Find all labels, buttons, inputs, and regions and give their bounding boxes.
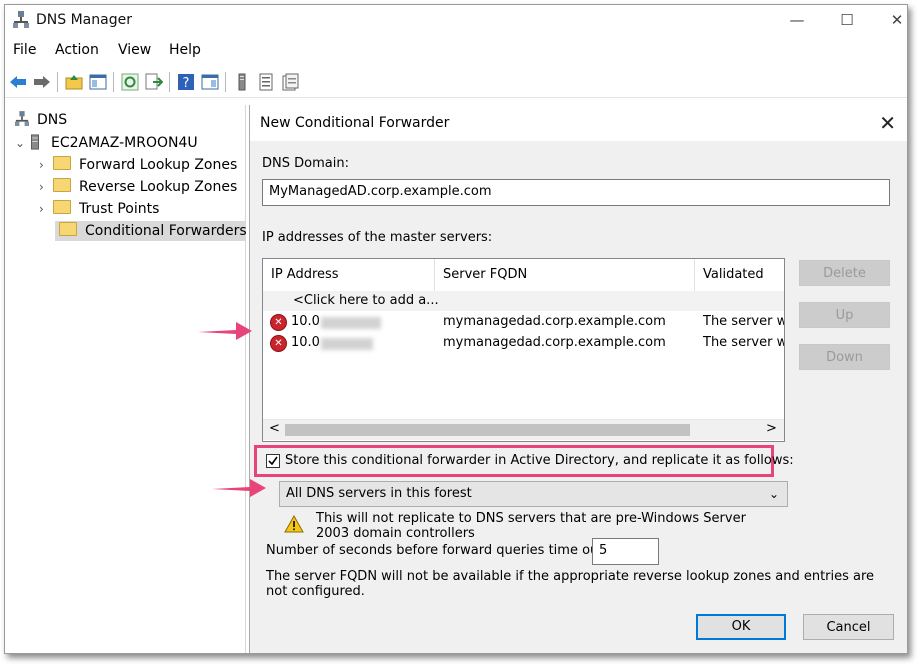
menu-view[interactable]: View bbox=[118, 39, 151, 61]
show-hide-tree-icon[interactable] bbox=[89, 73, 107, 91]
server-icon[interactable] bbox=[233, 73, 251, 91]
tree-item-label: Forward Lookup Zones bbox=[79, 157, 238, 173]
menu-file[interactable]: File bbox=[13, 39, 36, 61]
scroll-left-arrow[interactable]: < bbox=[269, 421, 280, 436]
dialog-title-bar: New Conditional Forwarder ✕ bbox=[250, 105, 907, 141]
folder-icon bbox=[53, 200, 71, 214]
toolbar-separator bbox=[113, 72, 114, 92]
menu-help[interactable]: Help bbox=[169, 39, 201, 61]
tree-item-forward-lookup-zones[interactable]: › Forward Lookup Zones bbox=[39, 155, 237, 175]
tree-item-server[interactable]: ⌄ EC2AMAZ-MROON4U bbox=[15, 133, 198, 153]
chevron-down-icon[interactable]: ⌄ bbox=[15, 133, 29, 153]
minimize-button[interactable]: — bbox=[777, 9, 817, 31]
add-ip-row[interactable]: <Click here to add a... bbox=[263, 291, 784, 311]
column-header-ip-address[interactable]: IP Address bbox=[263, 259, 435, 291]
cancel-button[interactable]: Cancel bbox=[803, 614, 894, 640]
tree-item-dns[interactable]: DNS bbox=[15, 110, 67, 130]
menu-bar: File Action View Help bbox=[5, 39, 907, 61]
row-validated: The server w bbox=[703, 335, 785, 350]
tree-item-label: Conditional Forwarders bbox=[85, 223, 247, 239]
timeout-label: Number of seconds before forward queries… bbox=[266, 543, 608, 558]
add-ip-placeholder[interactable]: <Click here to add a... bbox=[293, 291, 439, 311]
tree-item-conditional-forwarders[interactable]: Conditional Forwarders bbox=[55, 221, 247, 241]
column-header-validated[interactable]: Validated bbox=[695, 259, 784, 291]
redacted-ip-blur bbox=[321, 317, 381, 329]
dns-manager-window: DNS Manager — ☐ ✕ File Action View Help … bbox=[4, 4, 908, 654]
warning-icon bbox=[284, 515, 304, 533]
fqdn-note-text: The server FQDN will not be available if… bbox=[266, 569, 875, 599]
up-folder-icon[interactable] bbox=[65, 73, 83, 91]
folder-icon bbox=[53, 156, 71, 170]
chevron-down-icon: ⌄ bbox=[768, 487, 779, 501]
console-tree: DNS ⌄ EC2AMAZ-MROON4U › Forward Lookup Zon… bbox=[5, 105, 247, 653]
chevron-right-icon[interactable]: › bbox=[39, 199, 53, 219]
new-conditional-forwarder-dialog: New Conditional Forwarder ✕ DNS Domain: … bbox=[249, 105, 907, 653]
replication-scope-select[interactable]: All DNS servers in this forest ⌄ bbox=[279, 481, 788, 507]
tree-item-label: Trust Points bbox=[79, 201, 160, 217]
show-hide-action-pane-icon[interactable] bbox=[201, 73, 219, 91]
back-icon[interactable] bbox=[9, 73, 27, 91]
properties-icon[interactable] bbox=[281, 73, 299, 91]
folder-icon bbox=[53, 178, 71, 192]
dns-domain-input[interactable]: MyManagedAD.corp.example.com bbox=[262, 179, 890, 206]
server-icon bbox=[31, 134, 39, 150]
toolbar-separator bbox=[225, 72, 226, 92]
replication-warning-text: This will not replicate to DNS servers t… bbox=[316, 511, 746, 541]
tree-item-label: Reverse Lookup Zones bbox=[79, 179, 238, 195]
folder-icon bbox=[59, 222, 77, 236]
chevron-right-icon[interactable]: › bbox=[39, 155, 53, 175]
tree-item-reverse-lookup-zones[interactable]: › Reverse Lookup Zones bbox=[39, 177, 237, 197]
window-title: DNS Manager bbox=[36, 12, 132, 28]
row-ip: 10.0 bbox=[291, 335, 320, 350]
timeout-input[interactable]: 5 bbox=[592, 538, 659, 565]
export-list-icon[interactable] bbox=[145, 73, 163, 91]
error-icon: ✕ bbox=[270, 314, 287, 331]
chevron-right-icon[interactable]: › bbox=[39, 177, 53, 197]
up-button[interactable]: Up bbox=[799, 302, 890, 328]
close-window-button[interactable]: ✕ bbox=[877, 9, 907, 31]
down-button[interactable]: Down bbox=[799, 344, 890, 370]
redacted-ip-blur bbox=[321, 338, 373, 350]
store-in-ad-checkbox[interactable] bbox=[266, 454, 280, 468]
scrollbar-thumb[interactable] bbox=[285, 424, 690, 436]
help-icon[interactable]: ? bbox=[177, 73, 195, 91]
error-icon: ✕ bbox=[270, 335, 287, 352]
dns-domain-label: DNS Domain: bbox=[262, 156, 349, 171]
checkmark-icon bbox=[268, 456, 278, 466]
tree-item-label: EC2AMAZ-MROON4U bbox=[51, 135, 198, 151]
pointer-arrow-icon bbox=[198, 322, 252, 340]
toolbar: ? bbox=[5, 67, 907, 98]
ok-button[interactable]: OK bbox=[696, 614, 786, 640]
row-fqdn: mymanagedad.corp.example.com bbox=[443, 335, 666, 350]
svg-text:?: ? bbox=[183, 76, 190, 91]
zone-icon[interactable] bbox=[257, 73, 275, 91]
horizontal-scrollbar[interactable]: < > bbox=[263, 419, 784, 440]
ip-addresses-label: IP addresses of the master servers: bbox=[262, 230, 493, 245]
tree-item-trust-points[interactable]: › Trust Points bbox=[39, 199, 159, 219]
dialog-close-button[interactable]: ✕ bbox=[879, 111, 896, 135]
pointer-arrow-icon bbox=[212, 479, 266, 497]
dns-icon bbox=[15, 111, 29, 126]
row-validated: The server w bbox=[703, 314, 785, 329]
replication-scope-value: All DNS servers in this forest bbox=[286, 486, 472, 501]
delete-button[interactable]: Delete bbox=[799, 260, 890, 286]
title-bar: DNS Manager — ☐ ✕ bbox=[5, 5, 907, 35]
dns-app-icon bbox=[13, 11, 29, 28]
row-fqdn: mymanagedad.corp.example.com bbox=[443, 314, 666, 329]
scroll-right-arrow[interactable]: > bbox=[766, 421, 777, 436]
menu-action[interactable]: Action bbox=[55, 39, 99, 61]
forward-icon[interactable] bbox=[33, 73, 51, 91]
store-in-ad-label: Store this conditional forwarder in Acti… bbox=[285, 453, 794, 468]
list-header: IP Address Server FQDN Validated bbox=[263, 259, 784, 291]
refresh-icon[interactable] bbox=[121, 73, 139, 91]
dialog-title: New Conditional Forwarder bbox=[260, 115, 450, 131]
toolbar-separator bbox=[169, 72, 170, 92]
tree-item-label: DNS bbox=[37, 112, 68, 128]
column-header-server-fqdn[interactable]: Server FQDN bbox=[435, 259, 695, 291]
master-servers-list[interactable]: IP Address Server FQDN Validated <Click … bbox=[262, 258, 785, 442]
toolbar-separator bbox=[57, 72, 58, 92]
maximize-button[interactable]: ☐ bbox=[827, 9, 867, 31]
row-ip: 10.0 bbox=[291, 314, 320, 329]
